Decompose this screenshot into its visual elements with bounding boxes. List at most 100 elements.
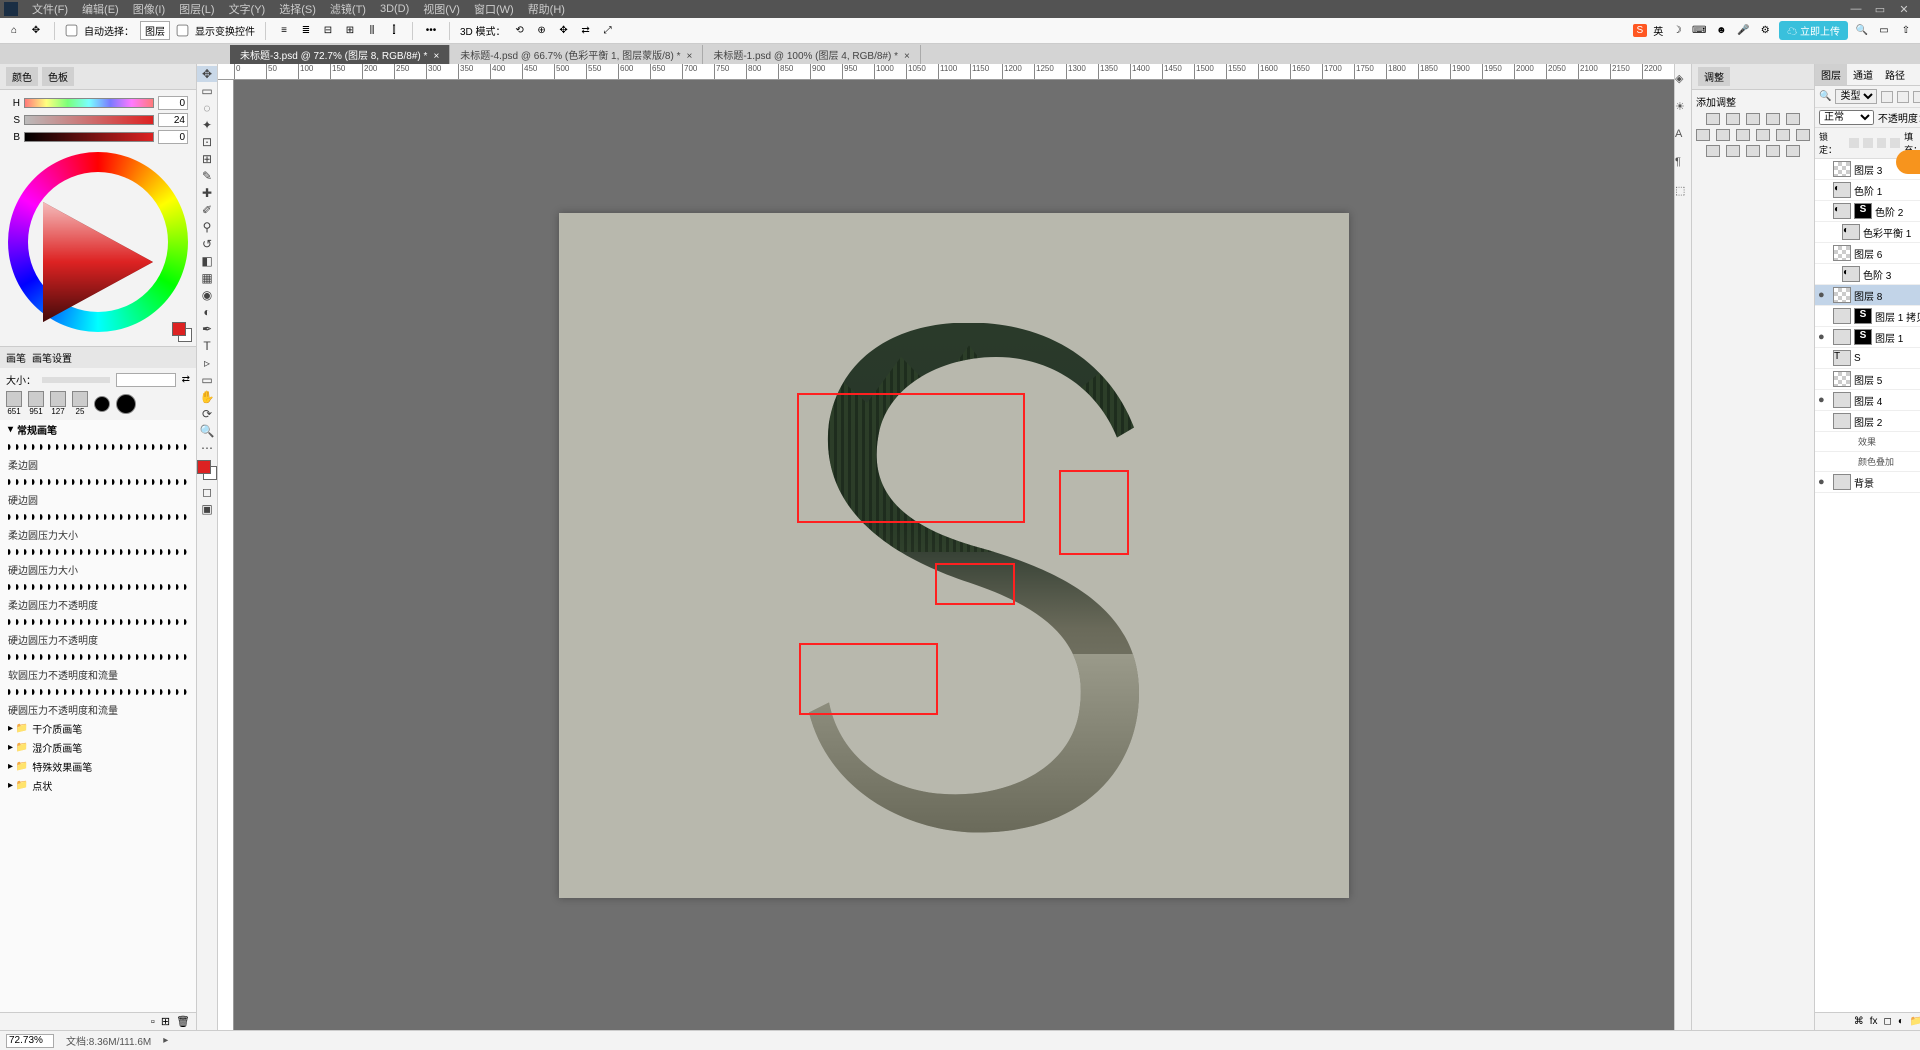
adjust-icon[interactable]	[1786, 113, 1800, 125]
align-icon[interactable]: ⊞	[342, 23, 358, 39]
ime-emoji-icon[interactable]: ☻	[1713, 23, 1729, 39]
brush-size-slider[interactable]	[42, 377, 110, 383]
menu-select[interactable]: 选择(S)	[273, 0, 322, 19]
adjust-gradmap-icon[interactable]	[1766, 145, 1780, 157]
brush-preset-icon[interactable]	[6, 391, 22, 407]
upload-button[interactable]: ☁ 立即上传	[1779, 21, 1848, 40]
lasso-tool[interactable]: ◌	[197, 100, 217, 116]
fgbg-swatches[interactable]	[172, 322, 192, 342]
move-tool[interactable]: ✥	[197, 66, 217, 82]
lock-pos-icon[interactable]	[1877, 138, 1887, 148]
lock-trans-icon[interactable]	[1849, 138, 1859, 148]
artboard[interactable]	[559, 213, 1349, 898]
group-icon[interactable]: 📁	[1910, 1016, 1920, 1027]
brush-preset-icon[interactable]	[72, 391, 88, 407]
hsb-b-input[interactable]	[158, 130, 188, 144]
tab-paths[interactable]: 路径	[1879, 64, 1911, 85]
adjust-bw-icon[interactable]	[1756, 129, 1770, 141]
fx-icon[interactable]: fx	[1870, 1016, 1878, 1027]
pan-3d-icon[interactable]: ✥	[556, 23, 572, 39]
blur-tool[interactable]: ◉	[197, 287, 217, 303]
window-maximize[interactable]: ▭	[1868, 3, 1892, 16]
color-wheel[interactable]	[8, 152, 188, 332]
zoom-input[interactable]	[6, 1034, 54, 1048]
layer-row[interactable]: ◐色彩平衡 1	[1815, 222, 1920, 243]
tab-adjustments[interactable]: 调整	[1698, 67, 1730, 86]
frame-tool[interactable]: ⊞	[197, 151, 217, 167]
tab-swatches[interactable]: 色板	[42, 67, 74, 86]
search-icon[interactable]: 🔍	[1854, 23, 1870, 39]
shape-tool[interactable]: ▭	[197, 372, 217, 388]
hsb-b-slider[interactable]	[24, 132, 154, 142]
layer-row[interactable]: ◐色阶 3	[1815, 264, 1920, 285]
adjust-invert-icon[interactable]	[1706, 145, 1720, 157]
hsb-h-slider[interactable]	[24, 98, 154, 108]
adjustments-icon[interactable]: ☀	[1675, 100, 1691, 116]
stamp-tool[interactable]: ⚲	[197, 219, 217, 235]
ime-keyboard-icon[interactable]: ⌨	[1691, 23, 1707, 39]
menu-window[interactable]: 窗口(W)	[468, 0, 520, 19]
eraser-tool[interactable]: ◧	[197, 253, 217, 269]
layer-row[interactable]: TS	[1815, 348, 1920, 369]
layer-row[interactable]: 颜色叠加	[1815, 452, 1920, 472]
tab-channels[interactable]: 通道	[1847, 64, 1879, 85]
adjust-vibrance-icon[interactable]	[1696, 129, 1710, 141]
menu-filter[interactable]: 滤镜(T)	[324, 0, 372, 19]
layer-row[interactable]: ◐S色阶 2	[1815, 201, 1920, 222]
align-icon[interactable]: ⊟	[320, 23, 336, 39]
menu-3d[interactable]: 3D(D)	[374, 1, 415, 17]
delete-brush-icon[interactable]: 🗑	[176, 1015, 190, 1028]
filter-adjust-icon[interactable]	[1897, 91, 1909, 103]
hsb-s-input[interactable]	[158, 113, 188, 127]
align-icon[interactable]: ≣	[298, 23, 314, 39]
layer-row[interactable]: S图层 1 拷贝	[1815, 306, 1920, 327]
adjust-threshold-icon[interactable]	[1746, 145, 1760, 157]
layer-row[interactable]: ●图层 8	[1815, 285, 1920, 306]
adjust-icon[interactable]	[1796, 129, 1810, 141]
layer-filter-select[interactable]: 类型	[1835, 89, 1877, 104]
screen-mode-tool[interactable]: ▣	[197, 501, 217, 517]
distribute-icon[interactable]: ⫼	[364, 23, 380, 39]
tab-brush[interactable]: 画笔	[6, 350, 26, 365]
gradient-tool[interactable]: ▦	[197, 270, 217, 286]
tab-layers[interactable]: 图层	[1815, 64, 1847, 85]
hsb-s-slider[interactable]	[24, 115, 154, 125]
zoom-tool[interactable]: 🔍	[197, 423, 217, 439]
lock-pixel-icon[interactable]	[1863, 138, 1873, 148]
blend-mode-select[interactable]: 正常	[1819, 110, 1874, 125]
share-icon[interactable]: ⇧	[1898, 23, 1914, 39]
tool-fgbg-swatch[interactable]	[197, 460, 217, 480]
transform-checkbox[interactable]	[177, 25, 189, 37]
ime-moon-icon[interactable]: ☽	[1669, 23, 1685, 39]
ime-settings-icon[interactable]: ⚙	[1757, 23, 1773, 39]
link-layers-icon[interactable]: ⌘	[1854, 1016, 1864, 1027]
adjust-icon[interactable]	[1776, 129, 1790, 141]
tab-doc-2[interactable]: 未标题-4.psd @ 66.7% (色彩平衡 1, 图层蒙版/8) *×	[450, 45, 703, 64]
path-select-tool[interactable]: ▹	[197, 355, 217, 371]
edit-toolbar[interactable]: ⋯	[197, 440, 217, 456]
brush-tool[interactable]: ✐	[197, 202, 217, 218]
home-icon[interactable]: ⌂	[6, 23, 22, 39]
layer-list[interactable]: 图层 3◐色阶 1◐S色阶 2◐色彩平衡 1图层 6◐色阶 3●图层 8S图层 …	[1815, 159, 1920, 1012]
filter-pixel-icon[interactable]	[1881, 91, 1893, 103]
adjust-colorbalance-icon[interactable]	[1736, 129, 1750, 141]
menu-edit[interactable]: 编辑(E)	[76, 0, 125, 19]
new-brush-icon[interactable]: ⊞	[161, 1015, 170, 1028]
new-brush-icon[interactable]: ▫	[151, 1016, 155, 1028]
menu-type[interactable]: 文字(Y)	[223, 0, 272, 19]
adjust-exposure-icon[interactable]	[1766, 113, 1780, 125]
menu-file[interactable]: 文件(F)	[26, 0, 74, 19]
close-icon[interactable]: ×	[904, 51, 910, 62]
tab-doc-1[interactable]: 未标题-3.psd @ 72.7% (图层 8, RGB/8#) *×	[230, 45, 450, 64]
autoselect-target-select[interactable]: 图层	[140, 21, 170, 40]
close-icon[interactable]: ×	[433, 51, 439, 62]
lock-all-icon[interactable]	[1890, 138, 1900, 148]
adjust-hue-icon[interactable]	[1716, 129, 1730, 141]
pen-tool[interactable]: ✒	[197, 321, 217, 337]
paragraph-icon[interactable]: ¶	[1675, 156, 1691, 172]
more-icon[interactable]: •••	[423, 23, 439, 39]
workspace-icon[interactable]: ▭	[1876, 23, 1892, 39]
distribute-icon[interactable]: ⫿	[386, 23, 402, 39]
menu-layer[interactable]: 图层(L)	[173, 0, 220, 19]
brush-preset-icon[interactable]	[50, 391, 66, 407]
